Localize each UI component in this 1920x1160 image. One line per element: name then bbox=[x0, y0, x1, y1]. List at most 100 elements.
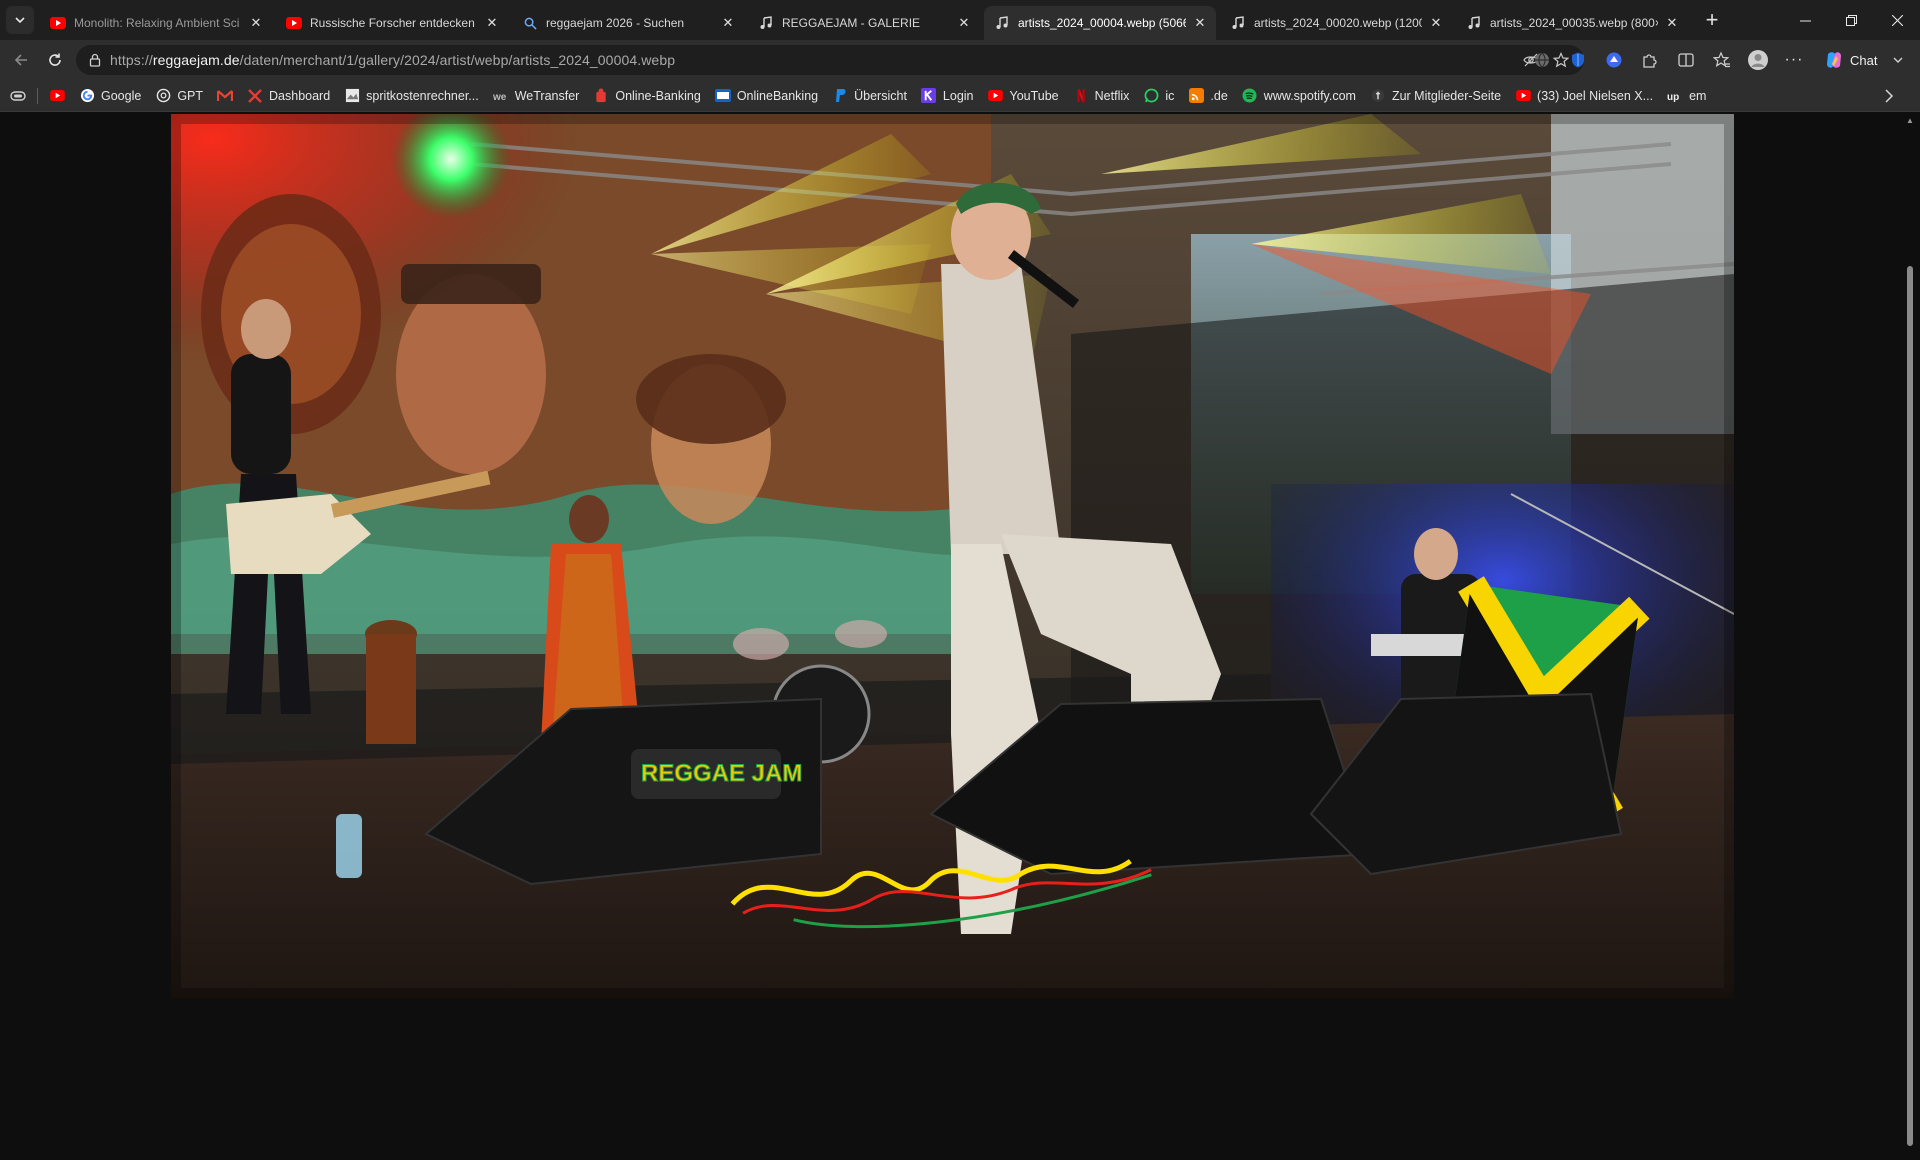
bookmark-label: Google bbox=[101, 88, 142, 103]
whatsapp-icon bbox=[1143, 88, 1159, 104]
close-tab-icon[interactable]: ✕ bbox=[1428, 15, 1444, 31]
url-scheme: https:// bbox=[110, 52, 153, 68]
chevron-right-icon bbox=[1885, 89, 1894, 103]
new-tab-button[interactable]: + bbox=[1696, 4, 1728, 36]
scrollbar-thumb[interactable] bbox=[1907, 266, 1913, 1146]
tab-7[interactable]: artists_2024_00035.webp (800×12 ✕ bbox=[1456, 6, 1688, 40]
bookmark-1[interactable] bbox=[42, 83, 72, 109]
minimize-button[interactable] bbox=[1782, 0, 1828, 40]
page-viewport: REGGAE JAM ▲ bbox=[0, 112, 1920, 1160]
bookmarks-bar: Google GPT Dashboard spritkostenrechner... w… bbox=[0, 80, 1920, 112]
k-icon bbox=[921, 88, 937, 104]
tab-groups-icon bbox=[10, 90, 26, 101]
close-tab-icon[interactable]: ✕ bbox=[1664, 15, 1680, 31]
tab-title: artists_2024_00035.webp (800×12 bbox=[1490, 16, 1658, 30]
x-logo-icon bbox=[247, 88, 263, 104]
music-note-icon bbox=[1466, 15, 1482, 31]
globe-icon bbox=[1535, 52, 1549, 68]
close-tab-icon[interactable]: ✕ bbox=[720, 15, 736, 31]
members-icon bbox=[1370, 88, 1386, 104]
bookmark-12[interactable]: YouTube bbox=[981, 83, 1066, 109]
svg-text:we: we bbox=[493, 92, 507, 101]
bookmark-label: OnlineBanking bbox=[736, 88, 819, 103]
reload-button[interactable] bbox=[38, 43, 72, 77]
bookmark-2[interactable]: Google bbox=[72, 83, 148, 109]
tab-3[interactable]: reggaejam 2026 - Suchen ✕ bbox=[512, 6, 744, 40]
copilot-chat-button[interactable]: Chat bbox=[1816, 45, 1885, 75]
url-text[interactable]: https://reggaejam.de/daten/merchant/1/ga… bbox=[110, 52, 675, 68]
split-screen-button[interactable] bbox=[1668, 42, 1704, 78]
close-tab-icon[interactable]: ✕ bbox=[1192, 15, 1208, 31]
tab-list: Monolith: Relaxing Ambient Sci Fi ✕ Russis… bbox=[40, 0, 1692, 40]
bookmark-17[interactable]: Zur Mitglieder-Seite bbox=[1363, 83, 1508, 109]
chevron-down-icon bbox=[1893, 57, 1903, 63]
tab-4[interactable]: REGGAEJAM - GALERIE ✕ bbox=[748, 6, 980, 40]
chat-label: Chat bbox=[1850, 52, 1878, 68]
tab-title: artists_2024_00004.webp (5066×3 bbox=[1018, 16, 1186, 30]
site-info-button[interactable] bbox=[80, 53, 110, 67]
concert-photo[interactable]: REGGAE JAM bbox=[171, 114, 1734, 998]
browser-extension-icon bbox=[1606, 52, 1622, 68]
close-tab-icon[interactable]: ✕ bbox=[956, 15, 972, 31]
favorites-button[interactable] bbox=[1704, 42, 1740, 78]
extension-globe-button[interactable] bbox=[1524, 42, 1560, 78]
close-tab-icon[interactable]: ✕ bbox=[484, 15, 500, 31]
bookmark-16[interactable]: www.spotify.com bbox=[1235, 83, 1363, 109]
bookmark-5[interactable]: Dashboard bbox=[240, 83, 337, 109]
tab-6[interactable]: artists_2024_00020.webp (1200×8 ✕ bbox=[1220, 6, 1452, 40]
bookmark-15[interactable]: .de bbox=[1181, 83, 1234, 109]
bookmark-8[interactable]: Online-Banking bbox=[586, 83, 707, 109]
bookmark-7[interactable]: we WeTransfer bbox=[486, 83, 587, 109]
scroll-up-arrow-icon[interactable]: ▲ bbox=[1906, 116, 1914, 125]
bookmark-9[interactable]: OnlineBanking bbox=[708, 83, 825, 109]
close-tab-icon[interactable]: ✕ bbox=[248, 15, 264, 31]
reload-icon bbox=[49, 53, 61, 66]
bookmark-14[interactable]: ic bbox=[1136, 83, 1181, 109]
bookmark-19[interactable]: up em bbox=[1660, 83, 1713, 109]
bookmark-10[interactable]: Übersicht bbox=[825, 83, 914, 109]
tab-groups-button[interactable] bbox=[0, 83, 33, 109]
tab-title: reggaejam 2026 - Suchen bbox=[546, 16, 685, 30]
google-icon bbox=[79, 88, 95, 104]
bookmark-11[interactable]: Login bbox=[914, 83, 981, 109]
vertical-scrollbar[interactable]: ▲ bbox=[1904, 116, 1916, 1156]
extension-blue-circle-button[interactable] bbox=[1596, 42, 1632, 78]
minimize-icon bbox=[1799, 20, 1811, 21]
svg-text:up: up bbox=[1667, 92, 1679, 102]
tab-5[interactable]: artists_2024_00004.webp (5066×3 ✕ bbox=[984, 6, 1216, 40]
profile-button[interactable] bbox=[1740, 42, 1776, 78]
avatar-icon bbox=[1748, 50, 1768, 70]
extensions-button[interactable] bbox=[1632, 42, 1668, 78]
more-bookmarks-button[interactable] bbox=[1884, 80, 1894, 112]
youtube-icon bbox=[1515, 88, 1531, 104]
bookmark-18[interactable]: (33) Joel Nielsen X... bbox=[1508, 83, 1660, 109]
tab-actions-menu-button[interactable] bbox=[6, 6, 34, 34]
bookmark-4[interactable] bbox=[210, 83, 240, 109]
back-button[interactable] bbox=[4, 43, 38, 77]
bookmark-label: www.spotify.com bbox=[1263, 88, 1356, 103]
extension-shield-button[interactable] bbox=[1560, 42, 1596, 78]
tab-title: artists_2024_00020.webp (1200×8 bbox=[1254, 16, 1422, 30]
settings-more-button[interactable]: ··· bbox=[1776, 42, 1812, 78]
tab-1[interactable]: Monolith: Relaxing Ambient Sci Fi ✕ bbox=[40, 6, 272, 40]
bookmark-separator bbox=[37, 87, 38, 104]
bookmark-label: Online-Banking bbox=[615, 88, 701, 103]
close-icon bbox=[1891, 14, 1903, 26]
tab-title: Russische Forscher entdecken Tor bbox=[310, 16, 478, 30]
toolbar-extensions: ··· Chat bbox=[1524, 40, 1911, 80]
concert-photo-graphic: REGGAE JAM bbox=[171, 114, 1734, 998]
bookmark-label: Dashboard bbox=[269, 88, 331, 103]
address-bar[interactable]: https://reggaejam.de/daten/merchant/1/ga… bbox=[76, 45, 1584, 75]
chevron-down-icon bbox=[15, 17, 25, 24]
bookmark-13[interactable]: Netflix bbox=[1066, 83, 1137, 109]
bookmark-6[interactable]: spritkostenrechner... bbox=[337, 83, 486, 109]
close-window-button[interactable] bbox=[1874, 0, 1920, 40]
youtube-icon bbox=[50, 15, 66, 31]
youtube-icon bbox=[286, 15, 302, 31]
openai-icon bbox=[155, 88, 171, 104]
bookmark-3[interactable]: GPT bbox=[148, 83, 210, 109]
chat-dropdown-button[interactable] bbox=[1885, 42, 1911, 78]
restore-button[interactable] bbox=[1828, 0, 1874, 40]
spotify-icon bbox=[1242, 88, 1258, 104]
tab-2[interactable]: Russische Forscher entdecken Tor ✕ bbox=[276, 6, 508, 40]
